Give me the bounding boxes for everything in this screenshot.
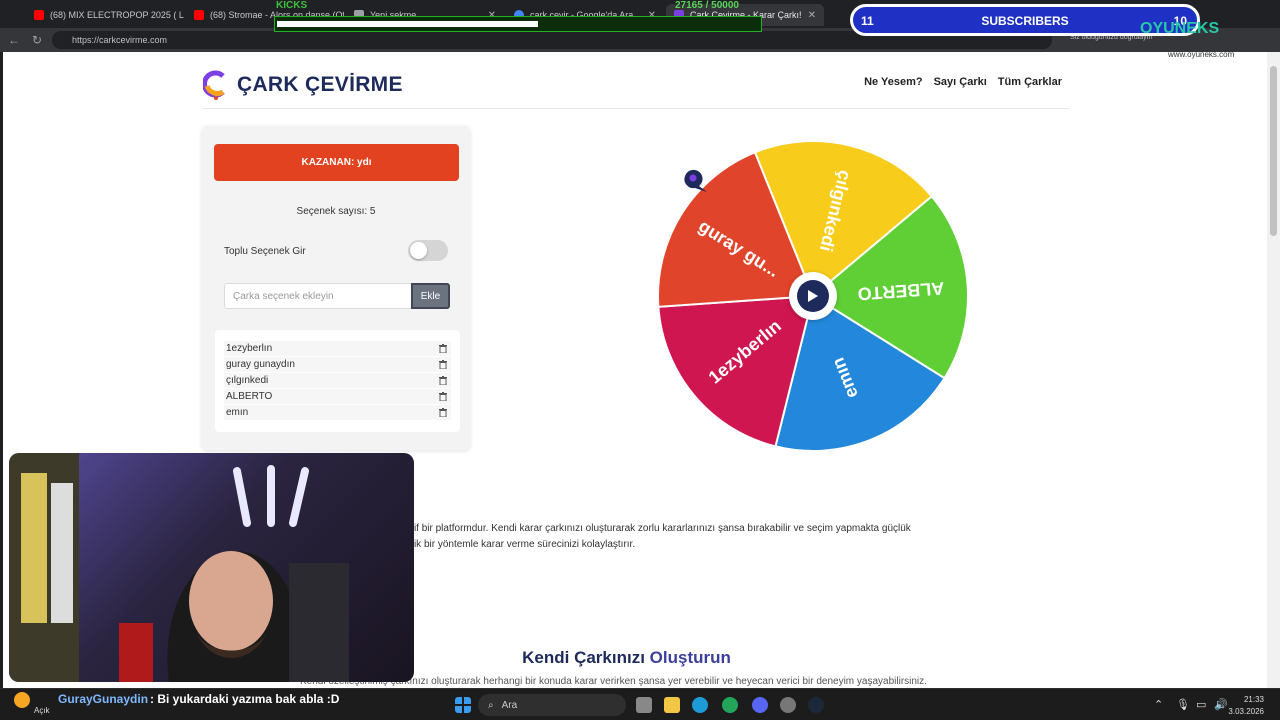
task-view-icon[interactable] [636, 697, 652, 713]
trash-icon[interactable] [439, 392, 447, 401]
add-option-button[interactable]: Ekle [411, 283, 450, 309]
decision-wheel[interactable]: çılgınkedi ALBERTO emın 1ezyberlın guray gu.… [653, 136, 973, 456]
header-divider [203, 108, 1069, 109]
trash-icon[interactable] [439, 376, 447, 385]
steam-icon[interactable] [808, 697, 824, 713]
taskbar-search[interactable]: ⌕ Ara [478, 694, 626, 716]
youtube-icon [194, 10, 204, 20]
search-icon: ⌕ [488, 699, 494, 711]
chat-message: : Bi yukardaki yazıma bak abla :D [150, 692, 340, 706]
tray-chevron-icon[interactable]: ⌃ [1154, 698, 1163, 711]
stream-goal-count: 27165 / 50000 [675, 0, 739, 11]
windows-start-icon[interactable] [455, 697, 471, 713]
top-nav: Ne Yesem? Sayı Çarkı Tüm Çarklar [864, 76, 1062, 88]
nav-tum-carklar[interactable]: Tüm Çarklar [998, 76, 1062, 88]
reload-icon[interactable]: ↻ [32, 33, 42, 47]
bulk-entry-label: Toplu Seçenek Gir [224, 246, 306, 257]
options-panel: KAZANAN: ydı Seçenek sayısı: 5 Toplu Seç… [202, 126, 470, 450]
system-clock[interactable]: 21:33 3.03.2026 [1228, 694, 1264, 718]
webcam-feed [9, 453, 349, 682]
list-item: çılgınkedi [224, 373, 451, 388]
discord-icon[interactable] [752, 697, 768, 713]
close-icon[interactable]: ✕ [808, 10, 816, 21]
app-icon[interactable] [722, 697, 738, 713]
list-item: ALBERTO [224, 389, 451, 404]
list-item: 1ezyberlın [224, 341, 451, 356]
winner-banner: KAZANAN: ydı [214, 144, 459, 181]
section-text-intro: i bir çözüm sunan interaktif bir platfor… [300, 523, 911, 550]
site-logo[interactable]: ÇARK ÇEVİRME [203, 70, 403, 100]
trash-icon[interactable] [439, 344, 447, 353]
nav-ne-yesem[interactable]: Ne Yesem? [864, 76, 923, 88]
play-icon [808, 290, 818, 302]
edge-icon[interactable] [692, 697, 708, 713]
chat-overlay: GurayGunaydin : Bi yukardaki yazıma bak … [0, 688, 440, 720]
section-text-create: Kendi özelleştirilmiş çarkınızı oluştura… [300, 676, 927, 687]
brand-url: www.oyuneks.com [1168, 50, 1235, 59]
stream-goal-title: KICKS [276, 0, 308, 11]
list-item: emın [224, 405, 451, 420]
logo-mark-icon [203, 70, 225, 100]
toggle-knob [410, 242, 427, 259]
app-icon[interactable] [780, 697, 796, 713]
tab-youtube-mix[interactable]: (68) MIX ELECTROPOP 2025 ( LMF✕ [26, 4, 184, 26]
list-item: guray gunaydın [224, 357, 451, 372]
spin-button[interactable] [789, 272, 837, 320]
chat-status: Açık [34, 706, 50, 715]
youtube-icon [34, 10, 44, 20]
option-count: Seçenek sayısı: 5 [296, 206, 376, 217]
option-input[interactable] [224, 283, 411, 309]
option-list: 1ezyberlın guray gunaydın çılgınkedi ALB… [215, 330, 460, 432]
chat-avatar [14, 692, 30, 708]
file-explorer-icon[interactable] [664, 697, 680, 713]
microphone-icon[interactable]: 🎙 [1176, 698, 1190, 711]
brand-logo: OYUNEKS [1140, 20, 1220, 37]
stream-goal-fill [277, 21, 538, 27]
volume-icon[interactable]: 🔊 [1214, 698, 1228, 711]
webcam-overlay [9, 453, 414, 682]
page-scrollbar[interactable] [1267, 52, 1280, 688]
stream-goal-bar [274, 16, 762, 32]
network-icon[interactable]: ▭ [1196, 698, 1206, 711]
wheel-pointer-icon [684, 169, 707, 192]
back-icon[interactable]: ← [8, 33, 20, 47]
scrollbar-thumb[interactable] [1270, 66, 1277, 236]
trash-icon[interactable] [439, 408, 447, 417]
trash-icon[interactable] [439, 360, 447, 369]
bulk-entry-toggle[interactable] [408, 240, 448, 261]
chat-username: GurayGunaydin [58, 692, 149, 706]
nav-sayi-carki[interactable]: Sayı Çarkı [934, 76, 987, 88]
